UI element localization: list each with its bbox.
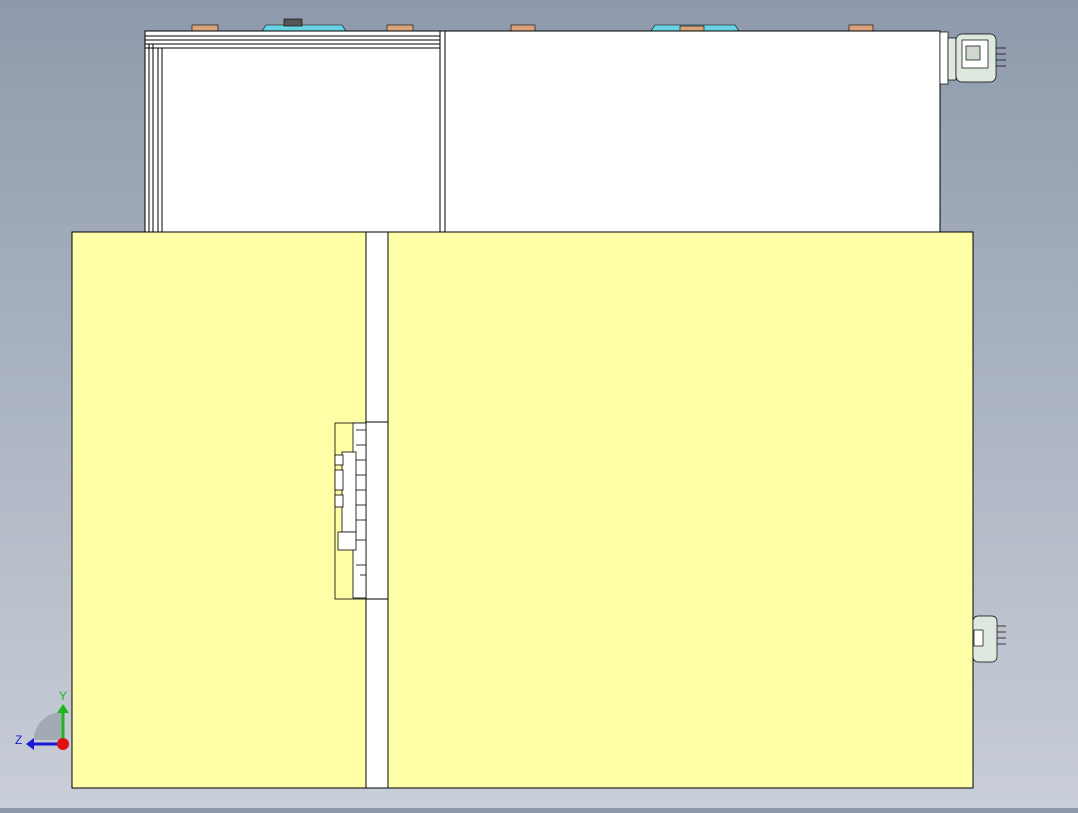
- clip-4: [848, 24, 874, 32]
- panel-right: [387, 231, 974, 789]
- upper-frame-body: [144, 30, 941, 235]
- lower-connector: [972, 615, 1006, 663]
- y-axis-arrow: [57, 704, 69, 713]
- axis-triad: Y Z: [15, 689, 69, 750]
- panel-left: [71, 231, 367, 789]
- clip-3: [510, 24, 536, 32]
- center-mechanism: [334, 422, 367, 600]
- clamp-1-knob: [283, 18, 303, 27]
- clip-1: [191, 24, 219, 32]
- main-panel: [71, 231, 974, 789]
- panel-slot: [365, 231, 389, 789]
- clamp-2-clip: [679, 25, 705, 32]
- upper-frame: [144, 30, 941, 235]
- cad-drawing: Y Z: [15, 18, 1006, 789]
- cad-viewport[interactable]: Y Z: [0, 0, 1078, 808]
- z-axis-arrow: [26, 738, 34, 750]
- upper-connector: [939, 31, 1006, 85]
- z-axis-label: Z: [15, 733, 22, 747]
- clip-2: [386, 24, 414, 32]
- clamp-1: [261, 24, 347, 32]
- x-axis-origin: [57, 738, 69, 750]
- top-clamps: [261, 18, 740, 32]
- y-axis-label: Y: [59, 689, 67, 703]
- triad-arc: [34, 712, 62, 740]
